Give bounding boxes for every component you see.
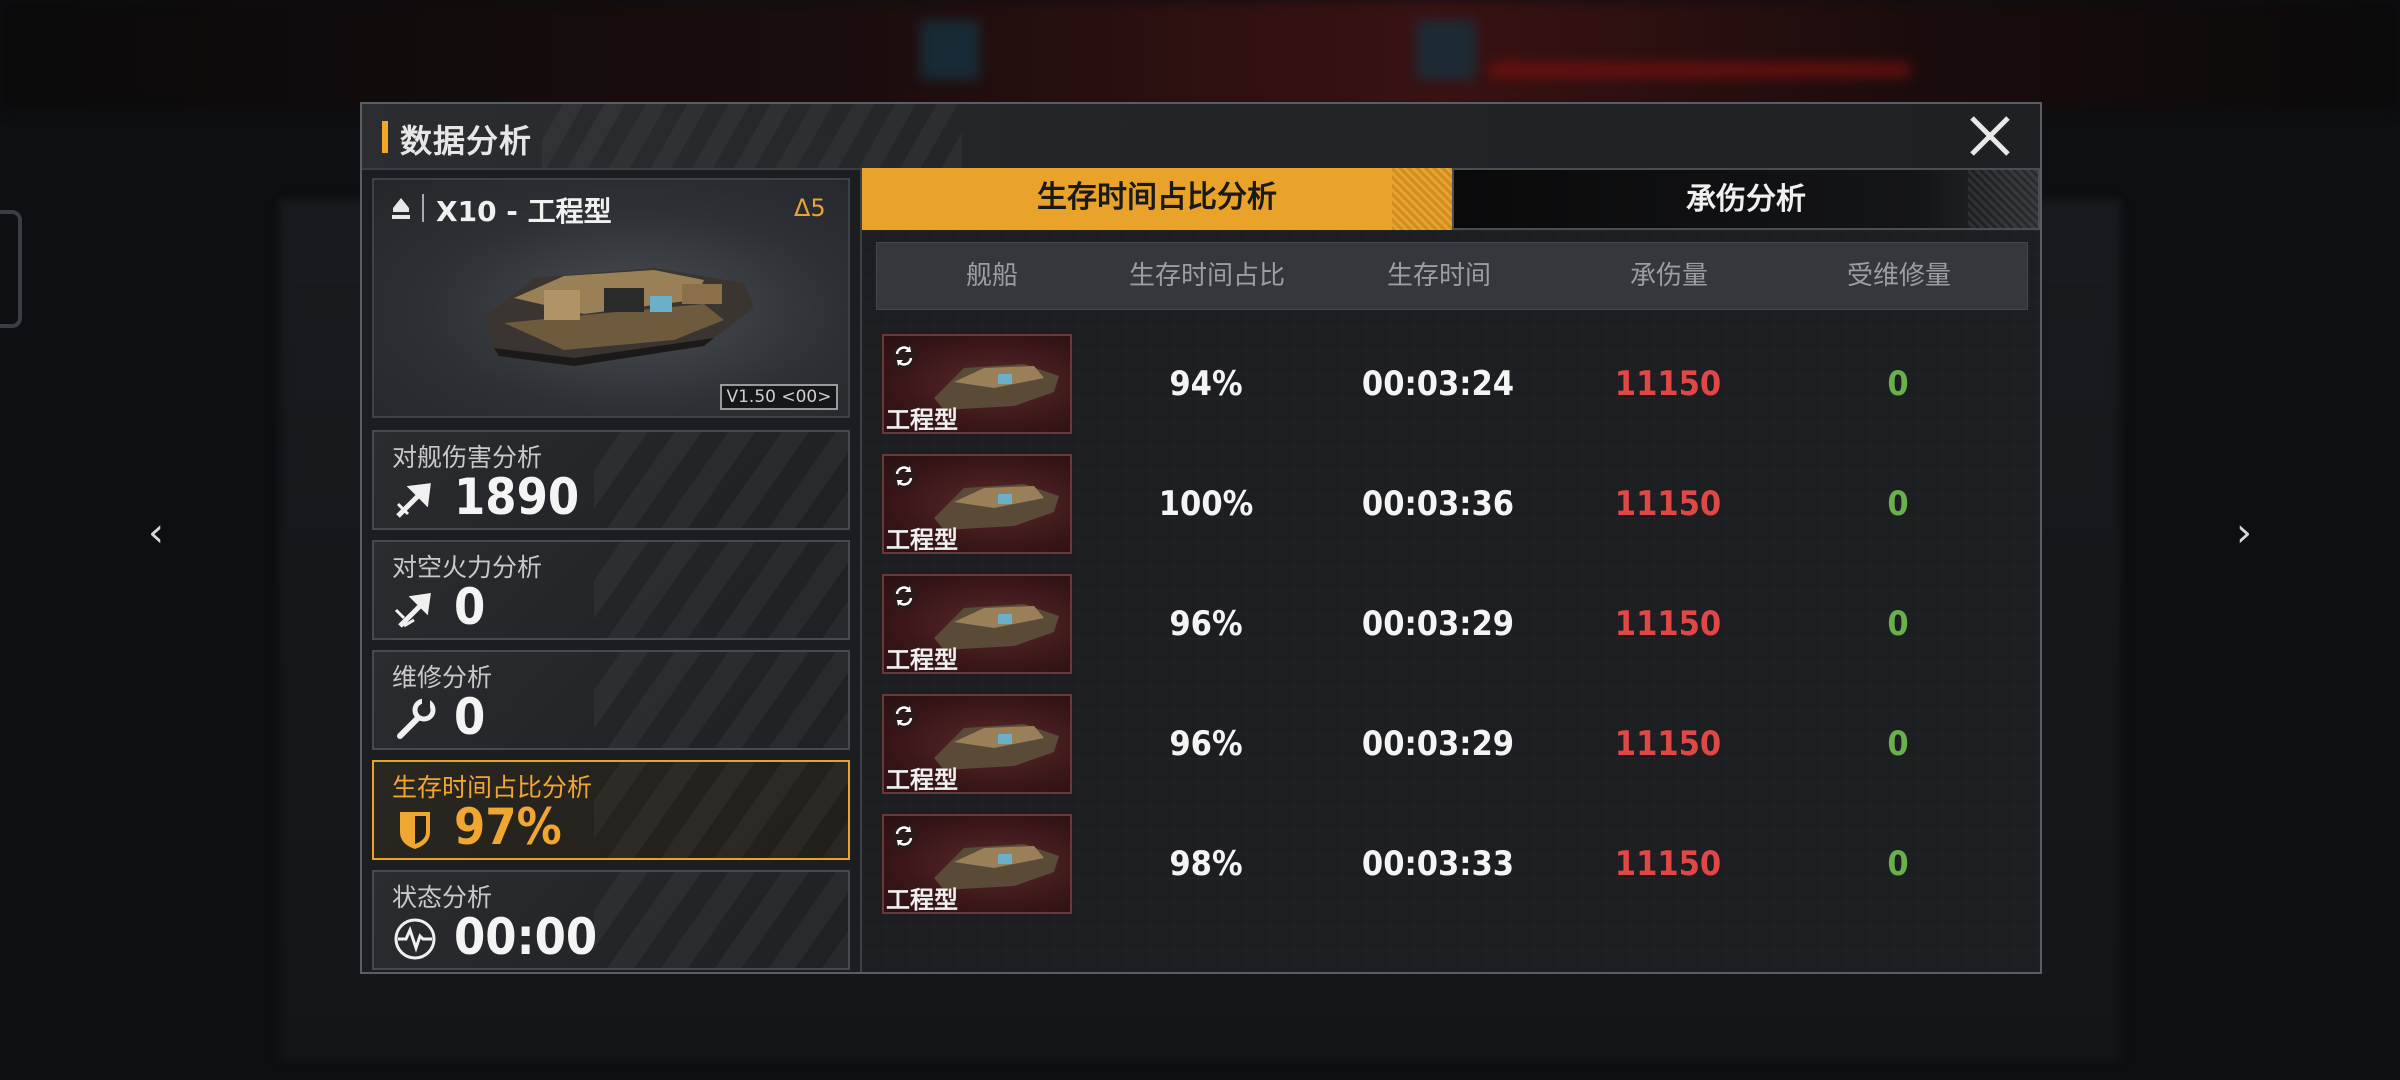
survival-time: 00:03:29 [1361,604,1515,644]
table-header: 舰船 生存时间占比 生存时间 承伤量 受维修量 [876,242,2028,310]
wrench-icon [397,698,436,739]
stat-value: 1890 [454,468,580,526]
ship-type-label: 工程型 [886,526,958,554]
ship-type-label: 工程型 [886,646,958,674]
title-accent-bar [382,121,388,153]
stat-card-repair[interactable]: 维修分析 0 [372,650,850,750]
stat-card-anti-air[interactable]: 对空火力分析 0 [372,540,850,640]
survival-pct: 100% [1158,484,1254,524]
ship-type-label: 工程型 [886,886,958,914]
ship-thumbnail[interactable]: 工程型 [882,574,1072,674]
damage-taken: 11150 [1614,724,1722,764]
pulse-icon [394,918,436,960]
side-bracket [0,210,22,328]
data-analysis-dialog: 数据分析 X10 - 工程型 Δ5 V1.50 <00> 对舰伤害分析 1890… [360,102,2042,974]
survival-time: 00:03:36 [1361,484,1515,524]
table-row: 工程型 100% 00:03:36 11150 0 [862,444,2040,564]
swap-icon[interactable] [890,342,918,370]
damage-taken: 11150 [1614,844,1722,884]
repair-received: 0 [1887,364,1909,404]
table-row: 工程型 96% 00:03:29 11150 0 [862,684,2040,804]
damage-taken: 11150 [1614,484,1722,524]
ship-type-label: 工程型 [886,406,958,434]
ship-name-divider [422,194,424,222]
stat-value: 97% [454,798,562,856]
header-survival-time: 生存时间 [1386,261,1491,291]
header-ship: 舰船 [965,261,1018,291]
stat-value: 0 [454,688,486,746]
swap-icon[interactable] [890,462,918,490]
tab-survival-time[interactable]: 生存时间占比分析 [862,168,1452,230]
ship-thumbnail[interactable]: 工程型 [882,454,1072,554]
repair-received: 0 [1887,484,1909,524]
analysis-table: 舰船 生存时间占比 生存时间 承伤量 受维修量 工程型 94% 00:03:24… [862,230,2040,972]
repair-received: 0 [1887,844,1909,884]
swap-icon[interactable] [890,822,918,850]
header-survival-pct: 生存时间占比 [1128,261,1285,291]
background-blue-slot [920,20,980,80]
ship-card: X10 - 工程型 Δ5 V1.50 <00> [372,178,850,418]
swap-icon[interactable] [890,702,918,730]
damage-arrow-icon [396,483,431,518]
survival-time: 00:03:33 [1361,844,1515,884]
tab-damage-taken[interactable]: 承伤分析 [1452,168,2040,230]
stat-value: 0 [454,578,486,636]
anti-air-arrow-icon [394,593,431,628]
swap-icon[interactable] [890,582,918,610]
ship-type-label: 工程型 [886,766,958,794]
shield-icon [400,812,430,849]
dialog-title: 数据分析 [400,122,533,160]
survival-pct: 96% [1169,724,1243,764]
survival-pct: 94% [1169,364,1243,404]
stat-card-status[interactable]: 状态分析 00:00 [372,870,850,970]
background-blue-slot [1416,20,1476,80]
table-row: 工程型 94% 00:03:24 11150 0 [862,324,2040,444]
ship-class-icon [392,198,410,219]
ship-thumbnail[interactable]: 工程型 [882,814,1072,914]
repair-received: 0 [1887,724,1909,764]
prev-arrow-button[interactable]: ‹ [136,510,176,556]
dialog-header: 数据分析 [362,104,2040,170]
table-row: 工程型 96% 00:03:29 11150 0 [862,564,2040,684]
next-arrow-button[interactable]: › [2224,510,2264,556]
damage-taken: 11150 [1614,604,1722,644]
survival-pct: 96% [1169,604,1243,644]
survival-time: 00:03:29 [1361,724,1515,764]
stat-card-survival[interactable]: 生存时间占比分析 97% [372,760,850,860]
stat-value: 00:00 [454,908,598,966]
ship-name: X10 - 工程型 [436,195,612,228]
ship-thumbnail[interactable]: 工程型 [882,334,1072,434]
close-icon[interactable] [1962,108,2018,164]
ship-thumbnail[interactable]: 工程型 [882,694,1072,794]
repair-received: 0 [1887,604,1909,644]
survival-time: 00:03:24 [1361,364,1515,404]
background-health-bar [1490,62,1910,78]
header-damage-taken: 承伤量 [1629,261,1708,291]
stat-card-ship-damage[interactable]: 对舰伤害分析 1890 [372,430,850,530]
table-row: 工程型 98% 00:03:33 11150 0 [862,804,2040,924]
background-top-bar [0,0,2400,110]
ship-model-image [484,268,754,366]
damage-taken: 11150 [1614,364,1722,404]
survival-pct: 98% [1169,844,1243,884]
ship-version-badge: V1.50 <00> [720,384,838,410]
ship-level: Δ5 [794,194,826,222]
header-repair-received: 受维修量 [1846,261,1951,291]
